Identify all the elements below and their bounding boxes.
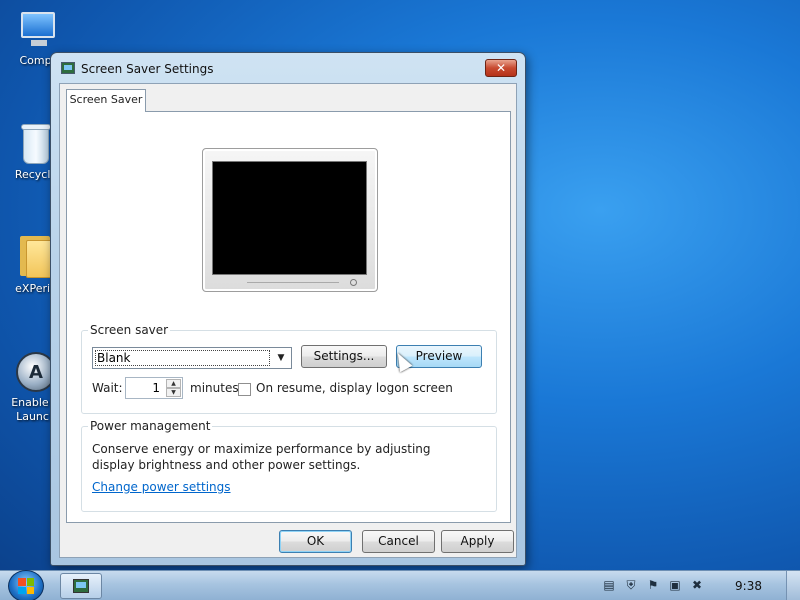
- start-button[interactable]: [8, 570, 44, 600]
- display-properties-icon: [73, 579, 89, 593]
- resume-logon-label[interactable]: On resume, display logon screen: [256, 381, 453, 395]
- tab-screen-saver[interactable]: Screen Saver: [66, 89, 146, 112]
- close-button[interactable]: ✕: [485, 59, 517, 77]
- chevron-down-icon[interactable]: ▼: [273, 350, 289, 366]
- screen-saver-settings-window: Screen Saver Settings ✕ Screen Saver Scr…: [50, 52, 526, 566]
- network-icon[interactable]: ▣: [668, 578, 682, 593]
- document-icon[interactable]: ▤: [602, 578, 616, 593]
- computer-icon: [17, 10, 61, 50]
- screen-saver-legend: Screen saver: [88, 323, 171, 337]
- monitor-preview: [202, 148, 378, 292]
- change-power-settings-link[interactable]: Change power settings: [92, 480, 231, 494]
- folder-icon: [18, 234, 54, 278]
- windows-logo-icon: [18, 578, 34, 594]
- show-desktop-button[interactable]: [786, 571, 800, 600]
- volume-muted-icon[interactable]: ✖: [690, 578, 704, 593]
- monitor-slot: [247, 282, 339, 288]
- stepper-buttons: ▲ ▼: [166, 379, 181, 397]
- dialog-client-area: Screen Saver Screen saver Blank ▼ Settin…: [59, 83, 517, 558]
- screen-saver-group: Screen saver Blank ▼ Settings... Preview…: [81, 323, 497, 414]
- ok-button[interactable]: OK: [279, 530, 352, 553]
- screen-saver-dropdown[interactable]: Blank ▼: [92, 347, 292, 369]
- wait-label: Wait:: [92, 381, 123, 395]
- tab-panel: Screen saver Blank ▼ Settings... Preview…: [66, 111, 511, 523]
- taskbar-button-screen-saver[interactable]: [60, 573, 102, 599]
- clock[interactable]: 9:38: [735, 579, 762, 593]
- resume-logon-checkbox[interactable]: [238, 383, 251, 396]
- wait-minutes-stepper[interactable]: 1 ▲ ▼: [125, 377, 183, 399]
- settings-button[interactable]: Settings...: [301, 345, 387, 368]
- system-tray: ▤ ⛨ ⚑ ▣ ✖ 9:38: [590, 571, 800, 600]
- cancel-button[interactable]: Cancel: [362, 530, 435, 553]
- display-properties-icon: [61, 62, 75, 74]
- action-center-flag-icon[interactable]: ⚑: [646, 578, 660, 593]
- monitor-power-led-icon: [350, 279, 357, 286]
- stepper-down-icon[interactable]: ▼: [166, 388, 181, 397]
- taskbar: ▤ ⛨ ⚑ ▣ ✖ 9:38: [0, 570, 800, 600]
- preview-screen: [212, 161, 367, 275]
- power-management-legend: Power management: [88, 419, 213, 433]
- screen-saver-selected: Blank: [95, 350, 270, 366]
- apply-button[interactable]: Apply: [441, 530, 514, 553]
- wait-minutes-value[interactable]: 1: [152, 381, 160, 395]
- recycle-bin-icon: [21, 122, 51, 164]
- close-icon: ✕: [495, 61, 507, 75]
- power-management-group: Power management Conserve energy or maxi…: [81, 419, 497, 512]
- window-title: Screen Saver Settings: [81, 62, 214, 76]
- title-bar[interactable]: Screen Saver Settings ✕: [51, 53, 525, 83]
- minutes-label: minutes: [190, 381, 239, 395]
- security-shield-icon[interactable]: ⛨: [624, 578, 638, 593]
- power-management-description: Conserve energy or maximize performance …: [92, 442, 431, 472]
- stepper-up-icon[interactable]: ▲: [166, 379, 181, 388]
